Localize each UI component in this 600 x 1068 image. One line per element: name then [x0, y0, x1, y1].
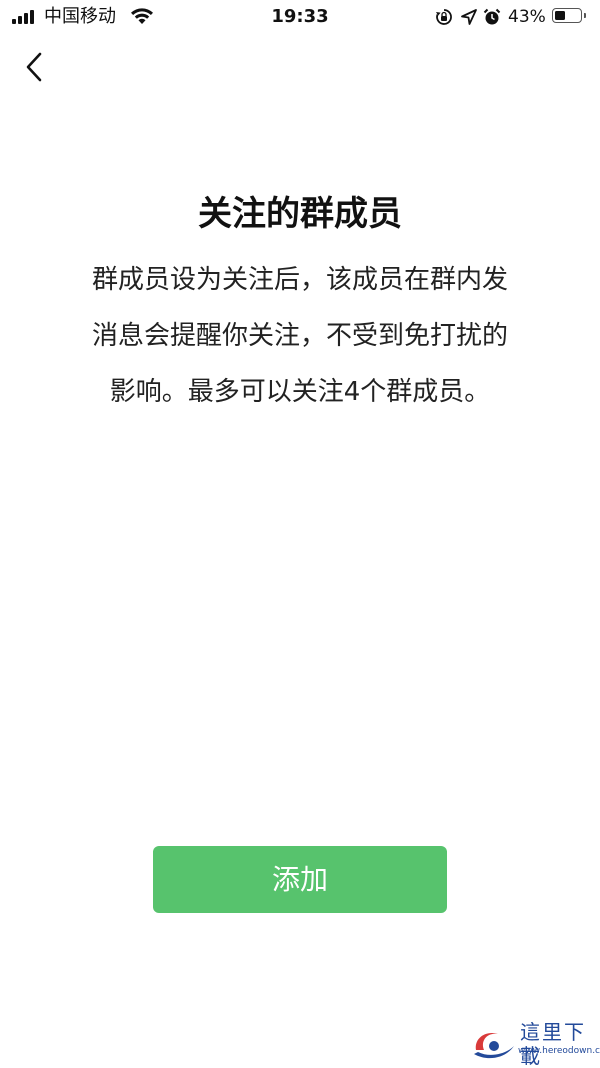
watermark-logo-icon	[474, 1032, 514, 1059]
description-line: 影响。最多可以关注4个群成员。	[109, 377, 491, 407]
back-button[interactable]	[18, 48, 52, 88]
description: 群成员设为关注后，该成员在群内发 消息会提醒你关注，不受到免打扰的 影响。最多可…	[60, 252, 540, 420]
add-button[interactable]: 添加	[153, 846, 447, 913]
alarm-icon	[483, 8, 501, 25]
watermark: 這里下載 www.hereodown.com	[470, 1020, 600, 1068]
battery-level-fill	[555, 11, 565, 20]
description-line: 群成员设为关注后，该成员在群内发	[91, 265, 508, 295]
status-bar: 中国移动 19:33 43%	[0, 0, 600, 34]
watermark-url: www.hereodown.com	[518, 1046, 600, 1056]
battery-cap	[584, 13, 586, 18]
location-icon	[461, 9, 477, 25]
chevron-left-icon	[26, 52, 42, 82]
description-line: 消息会提醒你关注，不受到免打扰的	[91, 321, 508, 351]
watermark-text: 這里下載	[520, 1020, 586, 1068]
battery-percent: 43%	[508, 7, 546, 27]
page-title: 关注的群成员	[198, 194, 402, 234]
orientation-lock-icon	[436, 9, 452, 25]
battery-icon	[552, 8, 582, 23]
